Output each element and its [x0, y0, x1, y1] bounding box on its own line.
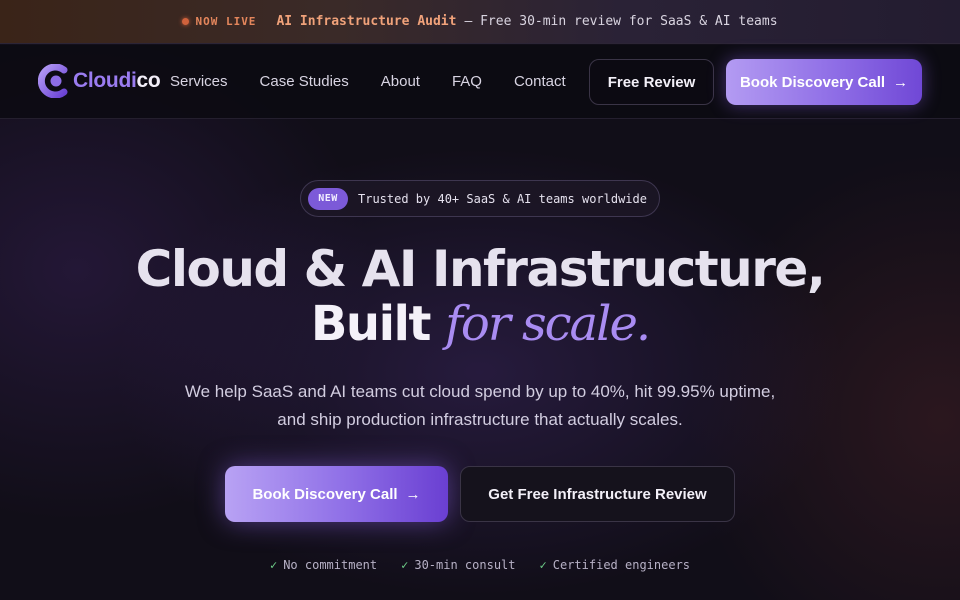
- free-review-label: Free Review: [607, 73, 696, 91]
- live-status: NOW LIVE: [195, 15, 257, 28]
- arrow-right-icon: →: [405, 485, 421, 503]
- check-icon: ✓: [269, 558, 278, 572]
- hero-title-line2: Built for scale.: [0, 296, 960, 352]
- nav-link-about[interactable]: About: [381, 73, 420, 90]
- logo-icon: [37, 63, 70, 99]
- hero-subtitle: We help SaaS and AI teams cut cloud spen…: [184, 382, 776, 429]
- trust-badge: NEW Trusted by 40+ SaaS & AI teams world…: [300, 180, 660, 217]
- check-label: Certified engineers: [552, 558, 691, 572]
- announcement-headline[interactable]: AI Infrastructure Audit: [276, 14, 456, 29]
- nav-link-case-studies[interactable]: Case Studies: [260, 73, 349, 90]
- check-icon: ✓: [401, 558, 409, 572]
- book-call-nav-button[interactable]: Book Discovery Call →: [726, 59, 922, 105]
- brand-name: Cloudico: [73, 69, 161, 92]
- free-review-button[interactable]: Free Review: [589, 59, 714, 105]
- free-infrastructure-review-button[interactable]: Get Free Infrastructure Review: [460, 466, 735, 522]
- top-nav: Cloudico Services Case Studies About FAQ…: [0, 45, 960, 119]
- announcement-text: — Free 30-min review for SaaS & AI teams: [464, 14, 778, 29]
- hero-title-line1: Cloud & AI Infrastructure,: [135, 240, 826, 298]
- badge-text: Trusted by 40+ SaaS & AI teams worldwide: [358, 191, 647, 206]
- nav-link-services[interactable]: Services: [170, 73, 228, 90]
- check-label: 30-min consult: [414, 558, 516, 572]
- check-icon: ✓: [539, 558, 547, 572]
- announcement-bar[interactable]: NOW LIVE AI Infrastructure Audit — Free …: [0, 0, 960, 44]
- nav-link-faq[interactable]: FAQ: [452, 73, 482, 90]
- check-item: ✓ Certified engineers: [540, 558, 691, 572]
- check-item: ✓ 30-min consult: [401, 558, 515, 572]
- live-dot-icon: [182, 18, 190, 25]
- book-call-hero-button[interactable]: Book Discovery Call →: [225, 466, 448, 522]
- book-call-hero-label: Book Discovery Call: [252, 485, 398, 503]
- free-infrastructure-review-label: Get Free Infrastructure Review: [488, 485, 707, 503]
- nav-links: Services Case Studies About FAQ Contact: [170, 73, 598, 90]
- check-label: No commitment: [283, 558, 378, 572]
- arrow-right-icon: →: [893, 73, 909, 91]
- check-item: ✓ No commitment: [270, 558, 377, 572]
- logo[interactable]: Cloudico: [37, 63, 161, 99]
- new-tag: NEW: [308, 187, 348, 210]
- hero-title-plain: Built: [310, 296, 432, 352]
- hero-checks: ✓ No commitment ✓ 30-min consult ✓ Certi…: [0, 558, 960, 572]
- nav-link-contact[interactable]: Contact: [514, 73, 566, 90]
- book-call-nav-label: Book Discovery Call: [739, 73, 886, 91]
- hero-title-italic: for scale.: [445, 296, 651, 352]
